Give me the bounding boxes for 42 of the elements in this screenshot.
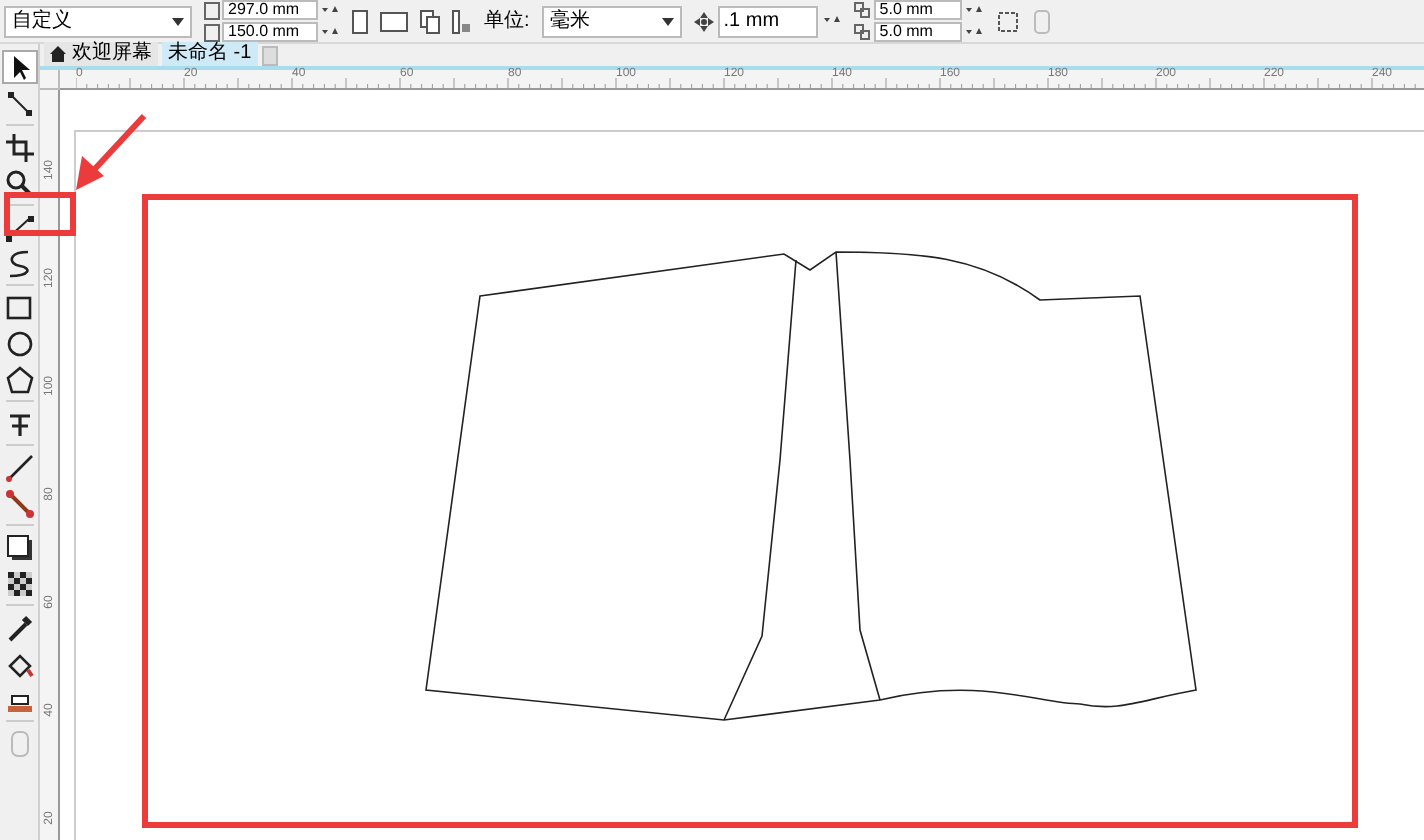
tool-button[interactable]: [1, 486, 37, 520]
input-field[interactable]: 150.0 mm: [222, 22, 318, 42]
caret-icon[interactable]: [661, 17, 674, 25]
width-icon[interactable]: [204, 1, 220, 19]
ellipse-icon: [3, 327, 35, 359]
crop-icon: [3, 131, 35, 163]
document-tab[interactable]: 未命名 -1: [162, 42, 258, 66]
input-field[interactable]: 5.0 mm: [873, 22, 962, 42]
offset-y-icon[interactable]: [853, 23, 872, 41]
curve-tool-icon: [3, 211, 35, 243]
pages-icon[interactable]: [420, 9, 440, 33]
highlight-frame: [4, 192, 76, 236]
tool-button[interactable]: [1, 530, 37, 564]
connector-icon: [3, 487, 35, 519]
input-field[interactable]: 5.0 mm: [873, 0, 962, 20]
home-icon[interactable]: [50, 46, 66, 62]
input-field[interactable]: .1 mm: [717, 5, 818, 37]
tool-button[interactable]: [1, 362, 37, 396]
tool-button[interactable]: [1, 130, 37, 164]
node-edit-icon: [3, 87, 35, 119]
page-layout-icon[interactable]: [452, 9, 472, 33]
shadow-icon: [3, 531, 35, 563]
page-size-dropdown[interactable]: 自定义: [4, 5, 192, 37]
unit-dropdown[interactable]: 毫米: [541, 5, 682, 37]
polygon-icon: [3, 363, 35, 395]
document-tab[interactable]: 欢迎屏幕: [44, 42, 158, 66]
landscape-icon[interactable]: [380, 11, 408, 31]
tool-button[interactable]: [1, 210, 37, 244]
offset-x-icon[interactable]: [853, 1, 872, 19]
unit-label: 单位:: [484, 7, 530, 36]
rectangle-icon: [3, 291, 35, 323]
line-tool-icon: [3, 451, 35, 483]
input-field[interactable]: 297.0 mm: [222, 0, 318, 20]
eyedropper-icon: [3, 611, 35, 643]
tool-button[interactable]: [1, 450, 37, 484]
arrow-icon: [76, 113, 147, 190]
frame-icon[interactable]: [995, 9, 1020, 33]
height-icon[interactable]: [204, 23, 220, 41]
portrait-icon[interactable]: [352, 9, 368, 33]
nudge-icon[interactable]: [693, 11, 714, 31]
tool-button[interactable]: [1, 50, 37, 84]
caret-icon[interactable]: [172, 17, 184, 25]
